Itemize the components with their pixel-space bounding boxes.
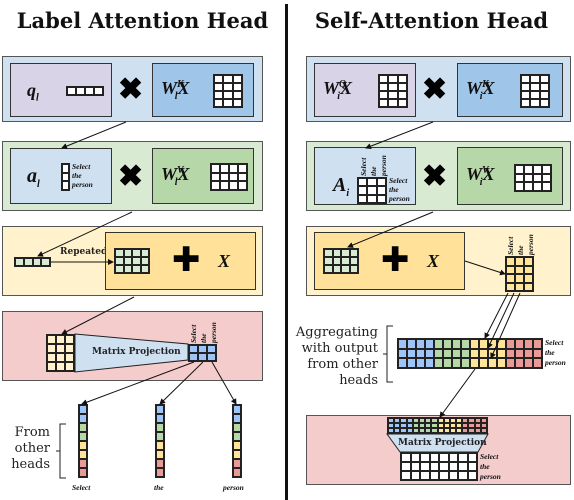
- arrow: [487, 292, 515, 349]
- arrow: [490, 292, 521, 359]
- arrow: [61, 121, 127, 149]
- arrow: [347, 211, 434, 248]
- arrow: [439, 368, 476, 418]
- arrow: [365, 121, 434, 149]
- arrow: [61, 296, 135, 335]
- arrow: [484, 292, 509, 339]
- arrow: [37, 211, 133, 257]
- arrow: [464, 260, 506, 276]
- arrow: [159, 361, 204, 405]
- arrow: [81, 361, 195, 406]
- arrows-layer: [37, 121, 521, 418]
- arrow: [211, 361, 237, 405]
